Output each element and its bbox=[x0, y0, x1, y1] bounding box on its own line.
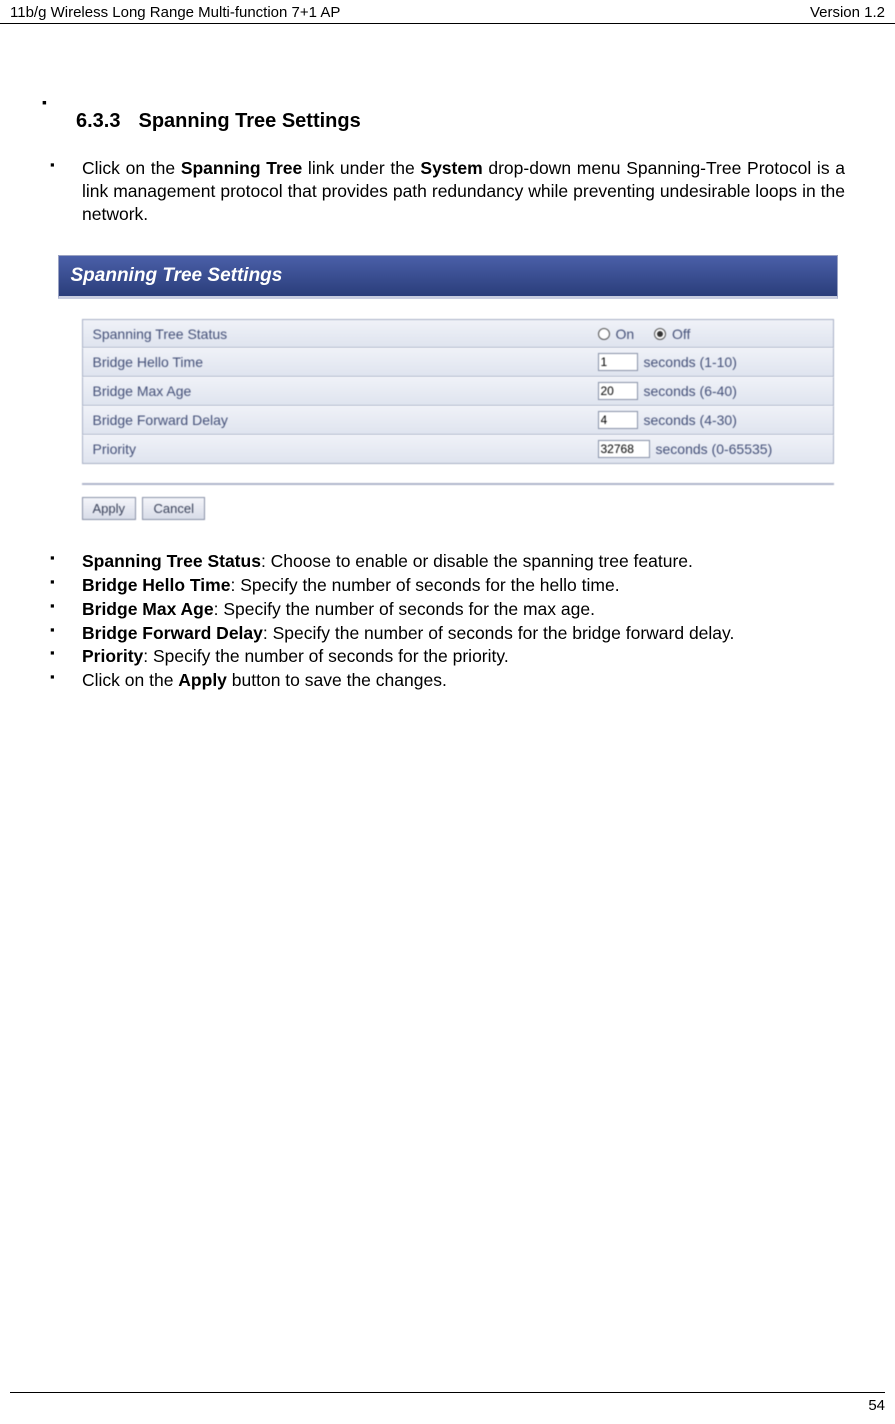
row-fwd-control: seconds (4-30) bbox=[598, 411, 833, 429]
desc-fwd-b: Bridge Forward Delay bbox=[82, 623, 263, 643]
panel-title: Spanning Tree Settings bbox=[58, 255, 838, 299]
maxage-hint: seconds (6-40) bbox=[644, 383, 737, 399]
desc-status-t: : Choose to enable or disable the spanni… bbox=[261, 551, 693, 571]
panel-separator bbox=[82, 478, 834, 485]
hello-hint: seconds (1-10) bbox=[644, 354, 737, 370]
empty-bullet: ▪ bbox=[42, 94, 845, 110]
section-heading: 6.3.3 Spanning Tree Settings bbox=[50, 110, 845, 133]
apply-button[interactable]: Apply bbox=[82, 497, 137, 520]
row-hello-control: seconds (1-10) bbox=[598, 353, 833, 371]
fwd-input[interactable] bbox=[598, 411, 638, 429]
maxage-input[interactable] bbox=[598, 382, 638, 400]
row-maxage-control: seconds (6-40) bbox=[598, 382, 833, 400]
desc-apply-b: Apply bbox=[178, 670, 227, 690]
row-maxage-label: Bridge Max Age bbox=[83, 383, 598, 399]
desc-prio: Priority: Specify the number of seconds … bbox=[50, 645, 845, 668]
desc-apply-t: button to save the changes. bbox=[227, 670, 447, 690]
fwd-hint: seconds (4-30) bbox=[644, 412, 737, 428]
radio-on[interactable] bbox=[598, 328, 610, 340]
row-prio: Priority seconds (0-65535) bbox=[82, 435, 834, 464]
intro-link: Spanning Tree bbox=[181, 158, 302, 178]
row-status: Spanning Tree Status On Off bbox=[82, 319, 834, 348]
header-right: Version 1.2 bbox=[810, 4, 885, 21]
radio-off-label: Off bbox=[672, 326, 690, 342]
page-content: ▪ 6.3.3 Spanning Tree Settings Click on t… bbox=[0, 24, 895, 692]
row-prio-control: seconds (0-65535) bbox=[598, 440, 833, 458]
page-header: 11b/g Wireless Long Range Multi-function… bbox=[0, 0, 895, 24]
row-hello-label: Bridge Hello Time bbox=[83, 354, 598, 370]
radio-off[interactable] bbox=[654, 328, 666, 340]
section-number: 6.3.3 bbox=[76, 110, 120, 132]
intro-pre: Click on the bbox=[82, 158, 181, 178]
row-status-label: Spanning Tree Status bbox=[83, 326, 598, 342]
page-footer: 54 bbox=[10, 1392, 885, 1414]
desc-maxage-b: Bridge Max Age bbox=[82, 599, 214, 619]
desc-maxage: Bridge Max Age: Specify the number of se… bbox=[50, 598, 845, 621]
desc-status: Spanning Tree Status: Choose to enable o… bbox=[50, 550, 845, 573]
row-prio-label: Priority bbox=[83, 441, 598, 457]
desc-fwd-t: : Specify the number of seconds for the … bbox=[263, 623, 734, 643]
desc-hello-b: Bridge Hello Time bbox=[82, 575, 230, 595]
desc-prio-t: : Specify the number of seconds for the … bbox=[143, 646, 508, 666]
desc-maxage-t: : Specify the number of seconds for the … bbox=[214, 599, 595, 619]
desc-prio-b: Priority bbox=[82, 646, 143, 666]
intro-menu: System bbox=[420, 158, 482, 178]
panel-buttons: Apply Cancel bbox=[82, 497, 834, 520]
hello-input[interactable] bbox=[598, 353, 638, 371]
cancel-button[interactable]: Cancel bbox=[142, 497, 204, 520]
row-maxage: Bridge Max Age seconds (6-40) bbox=[82, 377, 834, 406]
settings-panel: Spanning Tree Settings Spanning Tree Sta… bbox=[58, 255, 838, 520]
row-fwd: Bridge Forward Delay seconds (4-30) bbox=[82, 406, 834, 435]
description-list: Spanning Tree Status: Choose to enable o… bbox=[50, 550, 845, 692]
row-hello: Bridge Hello Time seconds (1-10) bbox=[82, 348, 834, 377]
header-left: 11b/g Wireless Long Range Multi-function… bbox=[10, 4, 340, 21]
intro-item: Click on the Spanning Tree link under th… bbox=[50, 157, 845, 225]
prio-hint: seconds (0-65535) bbox=[656, 441, 773, 457]
page-number: 54 bbox=[868, 1397, 885, 1414]
row-status-control: On Off bbox=[598, 326, 833, 342]
radio-on-label: On bbox=[616, 326, 635, 342]
desc-apply: Click on the Apply button to save the ch… bbox=[50, 669, 845, 692]
row-fwd-label: Bridge Forward Delay bbox=[83, 412, 598, 428]
section-title: Spanning Tree Settings bbox=[138, 110, 360, 132]
desc-hello: Bridge Hello Time: Specify the number of… bbox=[50, 574, 845, 597]
desc-apply-pre: Click on the bbox=[82, 670, 178, 690]
panel-table: Spanning Tree Status On Off Bridge Hello… bbox=[58, 299, 838, 520]
intro-list: Click on the Spanning Tree link under th… bbox=[50, 157, 845, 225]
desc-hello-t: : Specify the number of seconds for the … bbox=[230, 575, 619, 595]
desc-status-b: Spanning Tree Status bbox=[82, 551, 261, 571]
desc-fwd: Bridge Forward Delay: Specify the number… bbox=[50, 622, 845, 645]
prio-input[interactable] bbox=[598, 440, 650, 458]
intro-mid: link under the bbox=[302, 158, 420, 178]
